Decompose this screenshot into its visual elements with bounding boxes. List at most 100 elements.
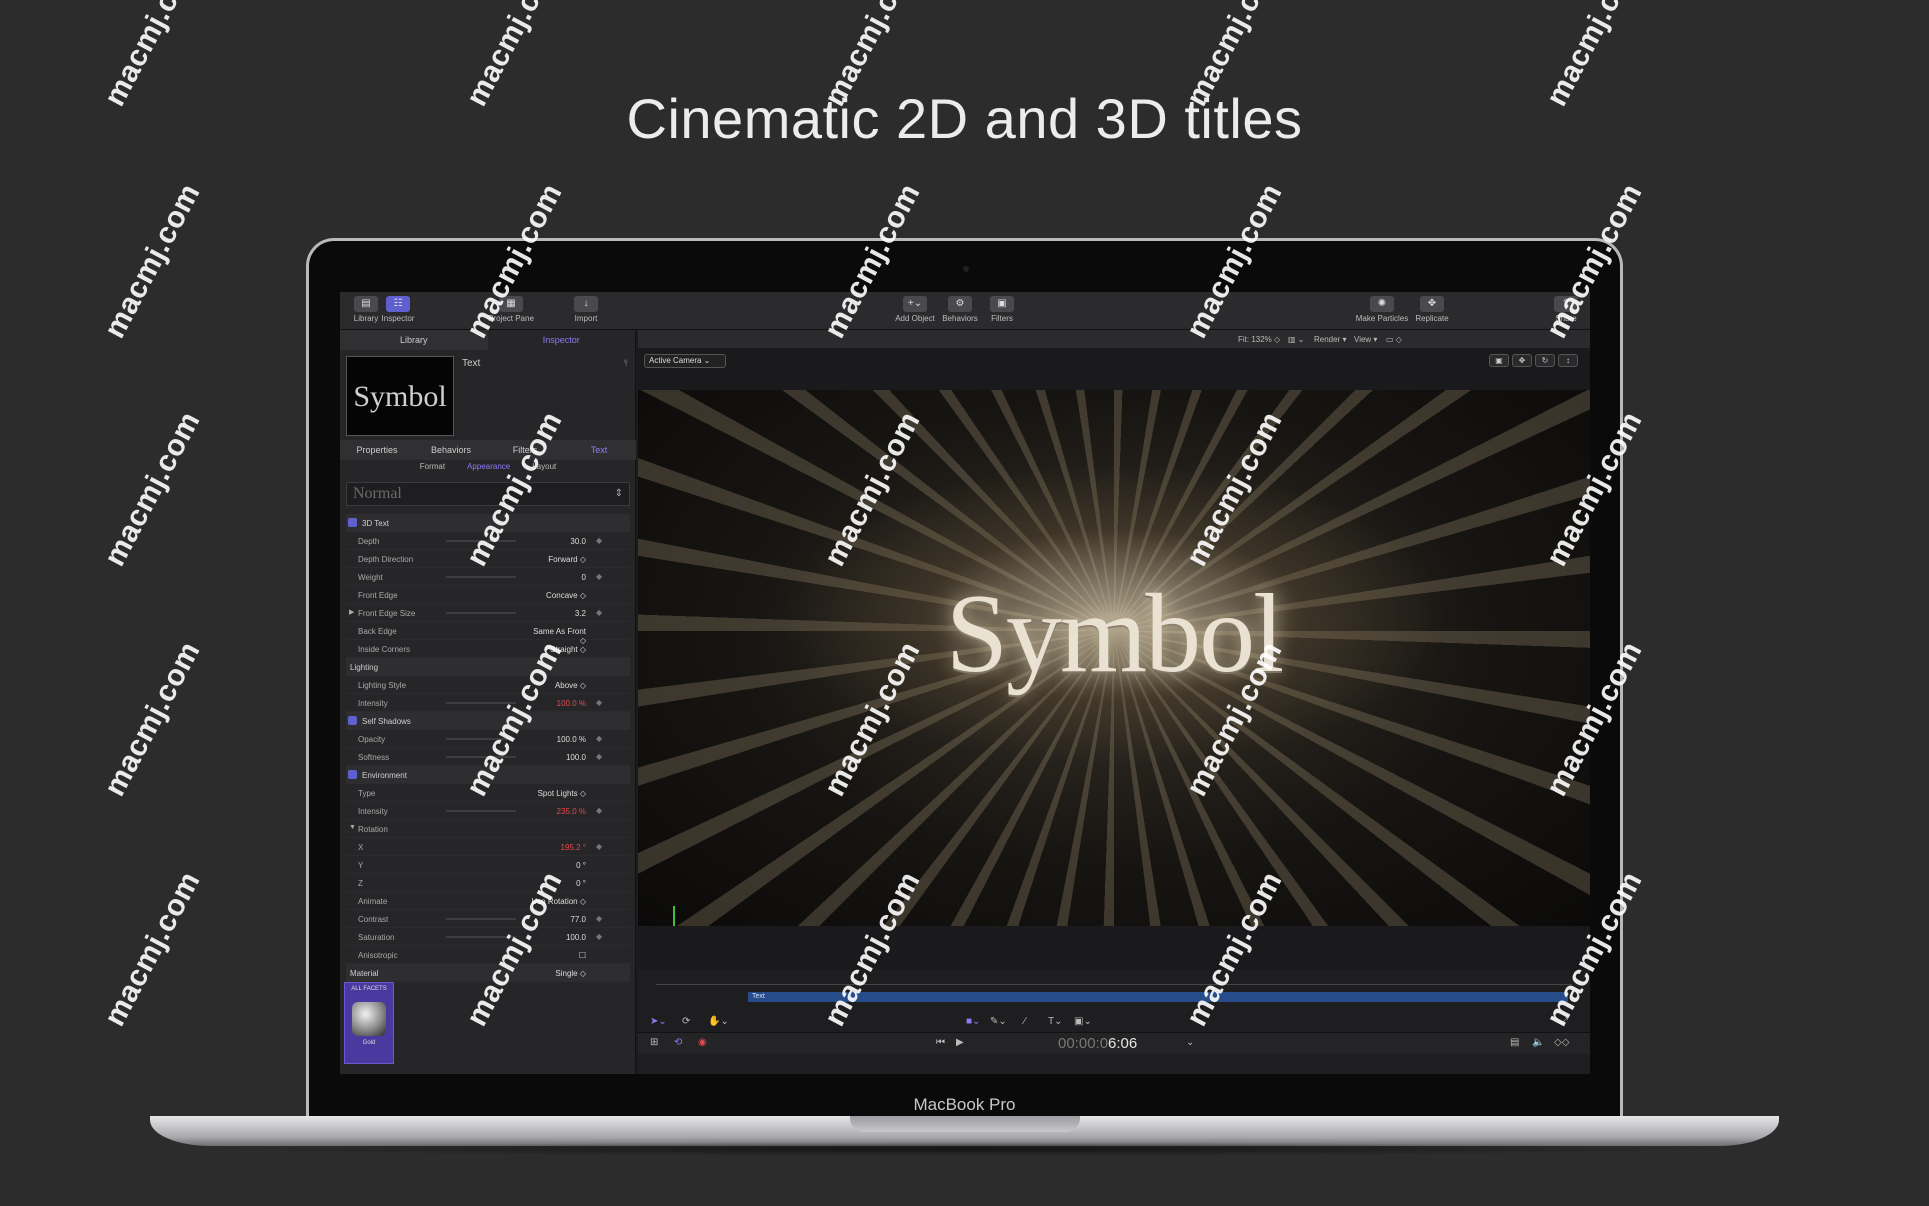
property-row[interactable]: Inside Corners Straight ◇ (346, 640, 630, 658)
transform-tool-icon[interactable]: ⟳ (682, 1016, 690, 1027)
property-row[interactable]: Z0 ° (346, 874, 630, 892)
property-value[interactable]: Single ◇ (526, 969, 586, 978)
replicate-button[interactable]: ✥ Replicate (1412, 296, 1452, 323)
property-value[interactable]: 100.0 % (526, 735, 586, 744)
property-row[interactable]: Contrast 77.0 ◆ (346, 910, 630, 928)
device-label: MacBook Pro (913, 1095, 1016, 1114)
behaviors-button[interactable]: ⚙ Behaviors (940, 296, 980, 323)
axis-gizmo-icon[interactable] (668, 900, 708, 926)
property-value[interactable]: 0 (526, 573, 586, 582)
keyframe-icon[interactable]: ◆ (596, 752, 602, 761)
tab-text[interactable]: Text (562, 440, 636, 460)
timecode-chevron-icon[interactable]: ⌄ (1186, 1037, 1194, 1048)
tab-behaviors[interactable]: Behaviors (414, 440, 488, 460)
property-value[interactable]: 235.0 % (526, 807, 586, 816)
dolly-icon[interactable]: ↕ (1558, 354, 1578, 367)
snap-icon[interactable]: ⊞ (650, 1037, 658, 1048)
property-row[interactable]: Lighting (346, 658, 630, 676)
zoom-icon[interactable]: ◇◇ (1554, 1037, 1569, 1048)
property-label: Type (358, 789, 376, 798)
checkbox[interactable] (348, 716, 357, 725)
property-slider[interactable] (446, 810, 516, 812)
keyframe-icon[interactable]: ◆ (596, 932, 602, 941)
view-menu[interactable]: View ▾ (1354, 335, 1377, 344)
mask-tool-icon[interactable]: ▣⌄ (1074, 1016, 1092, 1027)
property-value[interactable]: Spot Lights ◇ (526, 789, 586, 798)
property-row[interactable]: Back Edge Same As Front ◇ (346, 622, 630, 645)
property-row[interactable]: Intensity 235.0 % ◆ (346, 802, 630, 820)
tab-library[interactable]: Library (340, 330, 488, 350)
property-value[interactable]: 100.0 (526, 753, 586, 762)
camera-icon[interactable]: ▣ (1489, 354, 1509, 367)
import-button[interactable]: ↓ Import (566, 296, 606, 323)
orbit-icon[interactable]: ↻ (1535, 354, 1555, 367)
make-particles-button[interactable]: ✺ Make Particles (1352, 296, 1412, 323)
preset-value: Normal (353, 485, 402, 502)
bezier-tool-icon[interactable]: ✎⌄ (990, 1016, 1007, 1027)
property-value[interactable]: 0 ° (526, 861, 586, 870)
keyframe-icon[interactable]: ◆ (596, 572, 602, 581)
property-row[interactable]: Front Edge Concave ◇ (346, 586, 630, 604)
paint-tool-icon[interactable]: ∕ (1024, 1016, 1026, 1027)
keyframe-icon[interactable]: ◆ (596, 608, 602, 617)
keyframe-icon[interactable]: ◆ (596, 698, 602, 707)
play-icon[interactable]: ▶ (956, 1037, 964, 1048)
property-row[interactable]: Self Shadows (346, 712, 630, 730)
property-row[interactable]: ▶ Front Edge Size 3.2 ◆ (346, 604, 630, 622)
keyframe-icon[interactable]: ◆ (596, 842, 602, 851)
keyframe-icon[interactable]: ◆ (596, 806, 602, 815)
audio-icon[interactable]: 🔈 (1532, 1037, 1544, 1048)
property-slider[interactable] (446, 612, 516, 614)
disclosure-icon[interactable]: ▼ (349, 824, 356, 831)
property-row[interactable]: X 195.2 ° ◆ (346, 838, 630, 856)
film-icon[interactable]: ▤ (1510, 1037, 1519, 1048)
layout-icon[interactable]: ▭ ◇ (1386, 335, 1402, 344)
property-slider[interactable] (446, 918, 516, 920)
property-row[interactable]: Y 0 ° (346, 856, 630, 874)
property-row[interactable]: Intensity 100.0 % ◆ (346, 694, 630, 712)
property-row[interactable]: Animate Use Rotation ◇ (346, 892, 630, 910)
loop-icon[interactable]: ⟲ (674, 1037, 682, 1048)
camera-select[interactable]: Active Camera ⌄ (644, 354, 726, 368)
tab-properties[interactable]: Properties (340, 440, 414, 460)
property-value[interactable]: 3.2 (526, 609, 586, 618)
color-icon[interactable]: ▥ ⌄ (1288, 335, 1304, 344)
timeline-ruler[interactable] (656, 984, 1572, 985)
keyframe-icon[interactable]: ◆ (596, 914, 602, 923)
fit-select[interactable]: Fit: 132% ◇ (1238, 335, 1280, 344)
property-slider[interactable] (446, 576, 516, 578)
property-row[interactable]: Lighting Style Above ◇ (346, 676, 630, 694)
inspector-button[interactable]: ☷ Inspector (378, 296, 418, 323)
pin-icon[interactable]: ⫯ (624, 358, 628, 369)
shape-tool-icon[interactable]: ■⌄ (966, 1016, 980, 1027)
property-value[interactable]: Forward ◇ (526, 555, 586, 564)
timeline-layer-bar[interactable]: Text (748, 992, 1568, 1002)
keyframe-icon[interactable]: ◆ (596, 536, 602, 545)
record-icon[interactable]: ◉ (698, 1037, 707, 1048)
property-row[interactable]: Saturation 100.0 ◆ (346, 928, 630, 946)
move-icon[interactable]: ✥ (1512, 354, 1532, 367)
text-tool-icon[interactable]: T⌄ (1048, 1016, 1063, 1027)
tab-inspector[interactable]: Inspector (487, 330, 635, 350)
property-value[interactable]: 30.0 (526, 537, 586, 546)
filters-button[interactable]: ▣ Filters (982, 296, 1022, 323)
property-value[interactable]: 195.2 ° (526, 843, 586, 852)
go-start-icon[interactable]: ⏮ (936, 1037, 945, 1048)
subtab-format[interactable]: Format (420, 462, 445, 478)
checkbox[interactable] (348, 770, 357, 779)
canvas-artwork[interactable]: Symbol (638, 390, 1590, 926)
select-tool-icon[interactable]: ➤⌄ (650, 1016, 667, 1027)
disclosure-icon[interactable]: ▶ (349, 608, 354, 616)
checkbox[interactable] (348, 518, 357, 527)
timecode-display[interactable]: 00:00:06:06 (1058, 1035, 1137, 1052)
property-label: Lighting (350, 663, 379, 672)
property-value[interactable]: Concave ◇ (526, 591, 586, 600)
property-row[interactable]: ▼ Rotation (346, 820, 630, 838)
add-object-button[interactable]: +⌄ Add Object (890, 296, 940, 323)
keyframe-icon[interactable]: ◆ (596, 734, 602, 743)
material-swatch[interactable]: ALL FACETS Gold (344, 982, 394, 1064)
hand-tool-icon[interactable]: ✋⌄ (708, 1016, 729, 1027)
render-menu[interactable]: Render ▾ (1314, 335, 1346, 344)
property-value[interactable]: ☐ (526, 951, 586, 960)
laptop-shadow (200, 1142, 1729, 1156)
